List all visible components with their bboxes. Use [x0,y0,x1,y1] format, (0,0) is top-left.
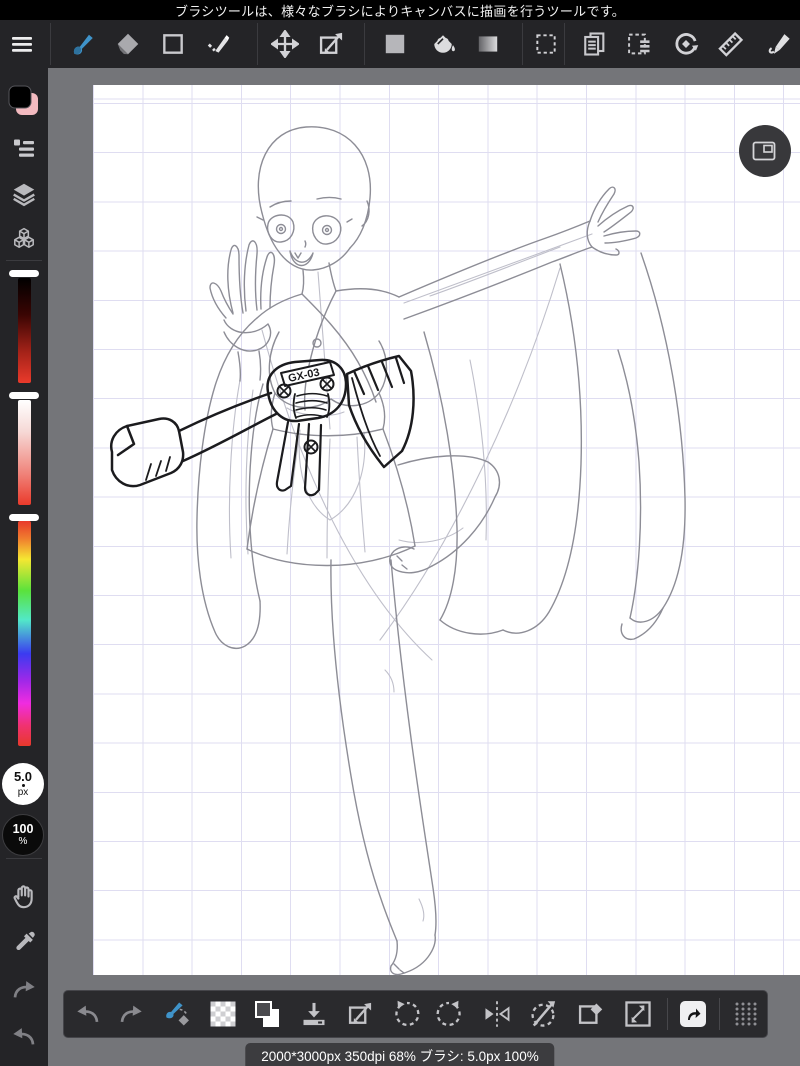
brush-opacity-value: 100 [12,822,34,837]
brush-size-value: 5.0 [13,769,33,784]
brush-size-unit: px [17,787,29,798]
status-bar: 2000*3000px 350dpi 68% ブラシ: 5.0px 100% [245,1043,555,1066]
bucket-tool-icon[interactable] [429,30,457,58]
marquee-select-tool-icon[interactable] [533,31,559,57]
redo-icon[interactable] [11,976,38,1003]
left-sidebar: 5.0 px 100 % [0,68,48,1066]
color-swatch[interactable] [7,84,41,118]
rotate-cw-icon[interactable] [434,999,464,1029]
hue-slider[interactable] [18,521,31,746]
toolbar-divider [522,23,523,65]
top-toolbar [0,20,800,68]
fit-screen-icon[interactable] [623,999,653,1029]
hamburger-menu-icon[interactable] [11,33,33,55]
pan-tool-icon[interactable] [11,883,38,910]
tool-hint-text: ブラシツールは、様々なブラシによりキャンバスに描画を行うツールです。 [174,3,626,19]
app-window: ブラシツールは、様々なブラシによりキャンバスに描画を行うツールです。 GX-03… [0,0,800,1066]
toolbar-divider [564,23,565,65]
open-fullscreen-button[interactable] [680,1001,706,1027]
gradient-tool-icon[interactable] [475,31,501,57]
fill-rect-tool-icon[interactable] [382,31,408,57]
reset-rotation-icon[interactable] [528,999,558,1029]
saturation-slider[interactable] [18,399,31,505]
value-slider-handle[interactable] [9,269,39,277]
saturation-slider-handle[interactable] [9,392,39,399]
canvas-surround: GX-03 [48,68,800,1066]
brush-size-indicator[interactable]: 5.0 px [2,763,44,805]
value-slider[interactable] [18,277,31,383]
bottom-toolbar [63,990,768,1038]
rotate-ccw-icon[interactable] [392,999,422,1029]
toolbar-divider [364,23,365,65]
save-export-icon[interactable] [300,1000,328,1028]
layer-select-tool-icon[interactable] [625,30,653,58]
rotate-canvas-tool-icon[interactable] [672,30,700,58]
redo-icon[interactable] [118,1001,145,1028]
brush-panel-icon[interactable] [12,136,36,160]
move-tool-icon[interactable] [271,30,299,58]
open-fullscreen-icon [688,1008,701,1020]
floating-window-icon [752,141,776,161]
layers-panel-icon[interactable] [11,181,37,207]
layer-color-swatch[interactable] [253,999,283,1029]
eyedropper-tool-icon[interactable] [12,930,37,955]
ruler-tool-icon[interactable] [717,30,745,58]
sidebar-divider [6,858,42,859]
undo-icon[interactable] [75,1001,102,1028]
undo-icon[interactable] [11,1023,38,1050]
brush-tool-icon[interactable] [70,31,96,57]
status-text: 2000*3000px 350dpi 68% ブラシ: 5.0px 100% [261,1048,539,1064]
navigator-button[interactable] [739,125,791,177]
toolbar-divider [50,23,51,65]
material-pen-tool-icon[interactable] [764,30,792,58]
eraser-tool-icon[interactable] [115,31,141,57]
brush-opacity-unit: % [18,835,28,847]
copy-layer-tool-icon[interactable] [580,30,608,58]
materials-panel-icon[interactable] [11,227,37,253]
hue-slider-handle[interactable] [9,513,39,521]
curve-snap-tool-icon[interactable] [205,31,231,57]
toolbar-divider [667,998,668,1030]
flip-horizontal-icon[interactable] [482,999,512,1029]
transform-icon[interactable] [346,1000,374,1028]
toolbar-divider [719,998,720,1030]
tool-hint-bar: ブラシツールは、様々なブラシによりキャンバスに描画を行うツールです。 [0,0,800,20]
shape-rect-tool-icon[interactable] [160,31,186,57]
transform-tool-icon[interactable] [317,30,345,58]
brush-eraser-toggle-icon[interactable] [163,999,193,1029]
clear-rotation-icon[interactable] [576,1000,604,1028]
brush-opacity-indicator[interactable]: 100 % [2,814,44,856]
toolbar-divider [257,23,258,65]
sidebar-divider [6,260,42,261]
transparent-bg-swatch[interactable] [210,1001,237,1028]
drawing-canvas[interactable] [93,85,800,975]
drag-handle-icon[interactable] [733,1001,757,1027]
